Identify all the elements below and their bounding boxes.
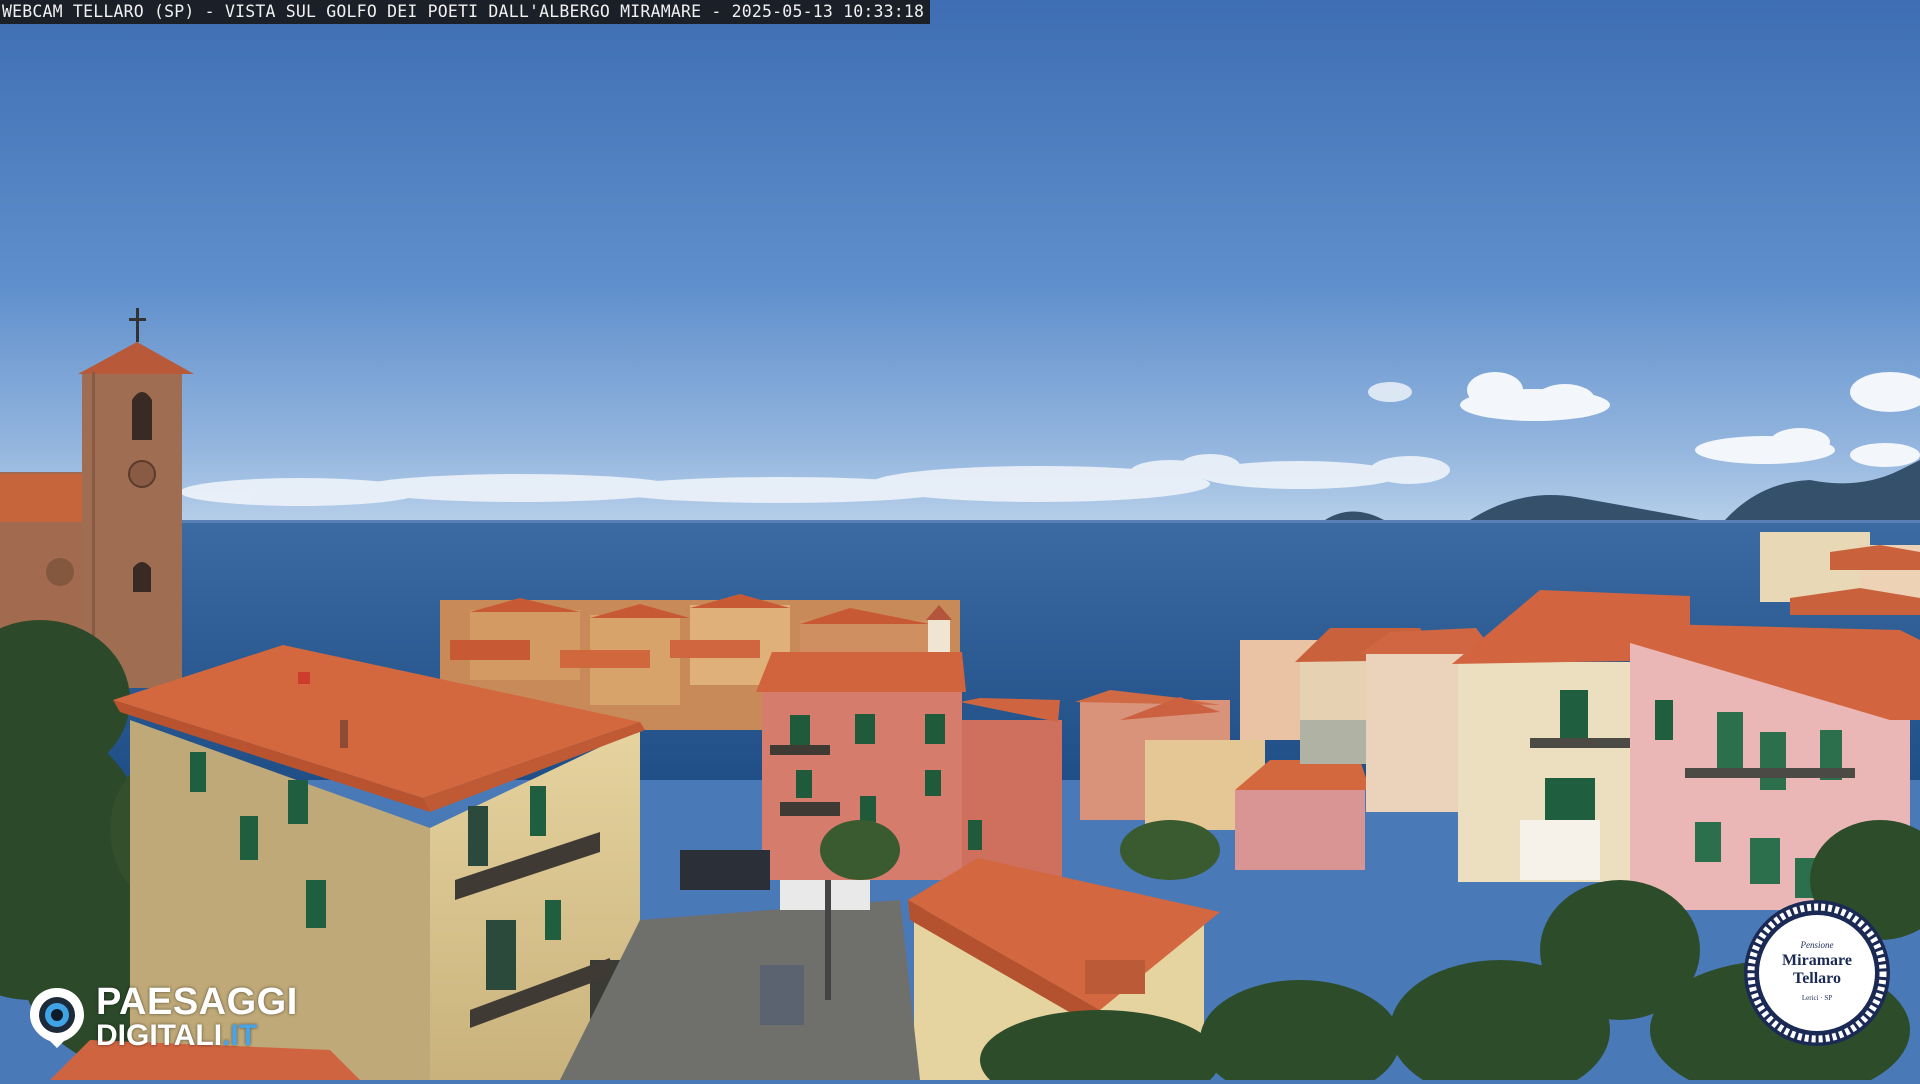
badge-name-line1: Miramare: [1782, 952, 1852, 969]
badge-name-line2: Tellaro: [1792, 970, 1841, 987]
hotel-badge-logo: Pensione Miramare Tellaro Lerici · SP: [1742, 898, 1892, 1048]
badge-bottom-text: Lerici · SP: [1801, 994, 1833, 1002]
sky: [0, 0, 1920, 525]
landscape-photo: [0, 0, 1920, 1084]
badge-top-text: Pensione: [1800, 940, 1834, 950]
timestamp-caption: WEBCAM TELLARO (SP) - VISTA SUL GOLFO DE…: [0, 0, 930, 24]
brand-name-line2: DIGITALI.IT: [96, 1019, 258, 1052]
eye-pin-icon: [30, 988, 84, 1048]
webcam-view: [0, 0, 1920, 1084]
brand-name-line1: PAESAGGI: [96, 981, 298, 1023]
paesaggi-digitali-logo: PAESAGGI DIGITALI.IT: [28, 981, 348, 1054]
